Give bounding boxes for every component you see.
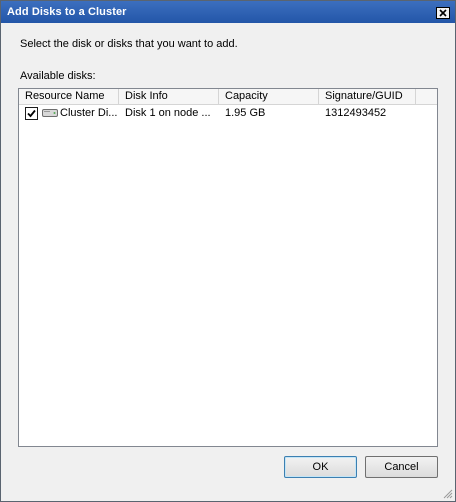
disk-checkbox[interactable] [25,107,38,120]
cell-disk-info: Disk 1 on node ... [125,107,211,119]
window-title: Add Disks to a Cluster [7,6,127,18]
cell-capacity: 1.95 GB [225,107,266,119]
close-button[interactable] [436,7,450,19]
column-header-filler [416,89,437,104]
disk-drive-icon [42,109,58,117]
close-icon [439,9,447,17]
instruction-text: Select the disk or disks that you want t… [20,38,238,50]
cancel-button[interactable]: Cancel [365,456,438,478]
column-header-signature[interactable]: Signature/GUID [319,89,416,104]
title-bar[interactable]: Add Disks to a Cluster [1,1,455,23]
column-header-capacity[interactable]: Capacity [219,89,319,104]
available-disks-list[interactable]: Resource Name Disk Info Capacity Signatu… [18,88,438,447]
resize-grip-icon[interactable] [441,487,453,499]
cell-signature: 1312493452 [325,107,387,119]
cell-resource-name: Cluster Di... [60,107,118,119]
list-header: Resource Name Disk Info Capacity Signatu… [19,89,437,105]
column-header-disk-info[interactable]: Disk Info [119,89,219,104]
checkmark-icon [27,109,36,118]
ok-button[interactable]: OK [284,456,357,478]
available-disks-label: Available disks: [20,70,96,82]
add-disks-dialog: Add Disks to a Cluster Select the disk o… [0,0,456,502]
column-header-resource-name[interactable]: Resource Name [19,89,119,104]
table-row[interactable]: Cluster Di... Disk 1 on node ... 1.95 GB… [19,105,437,122]
